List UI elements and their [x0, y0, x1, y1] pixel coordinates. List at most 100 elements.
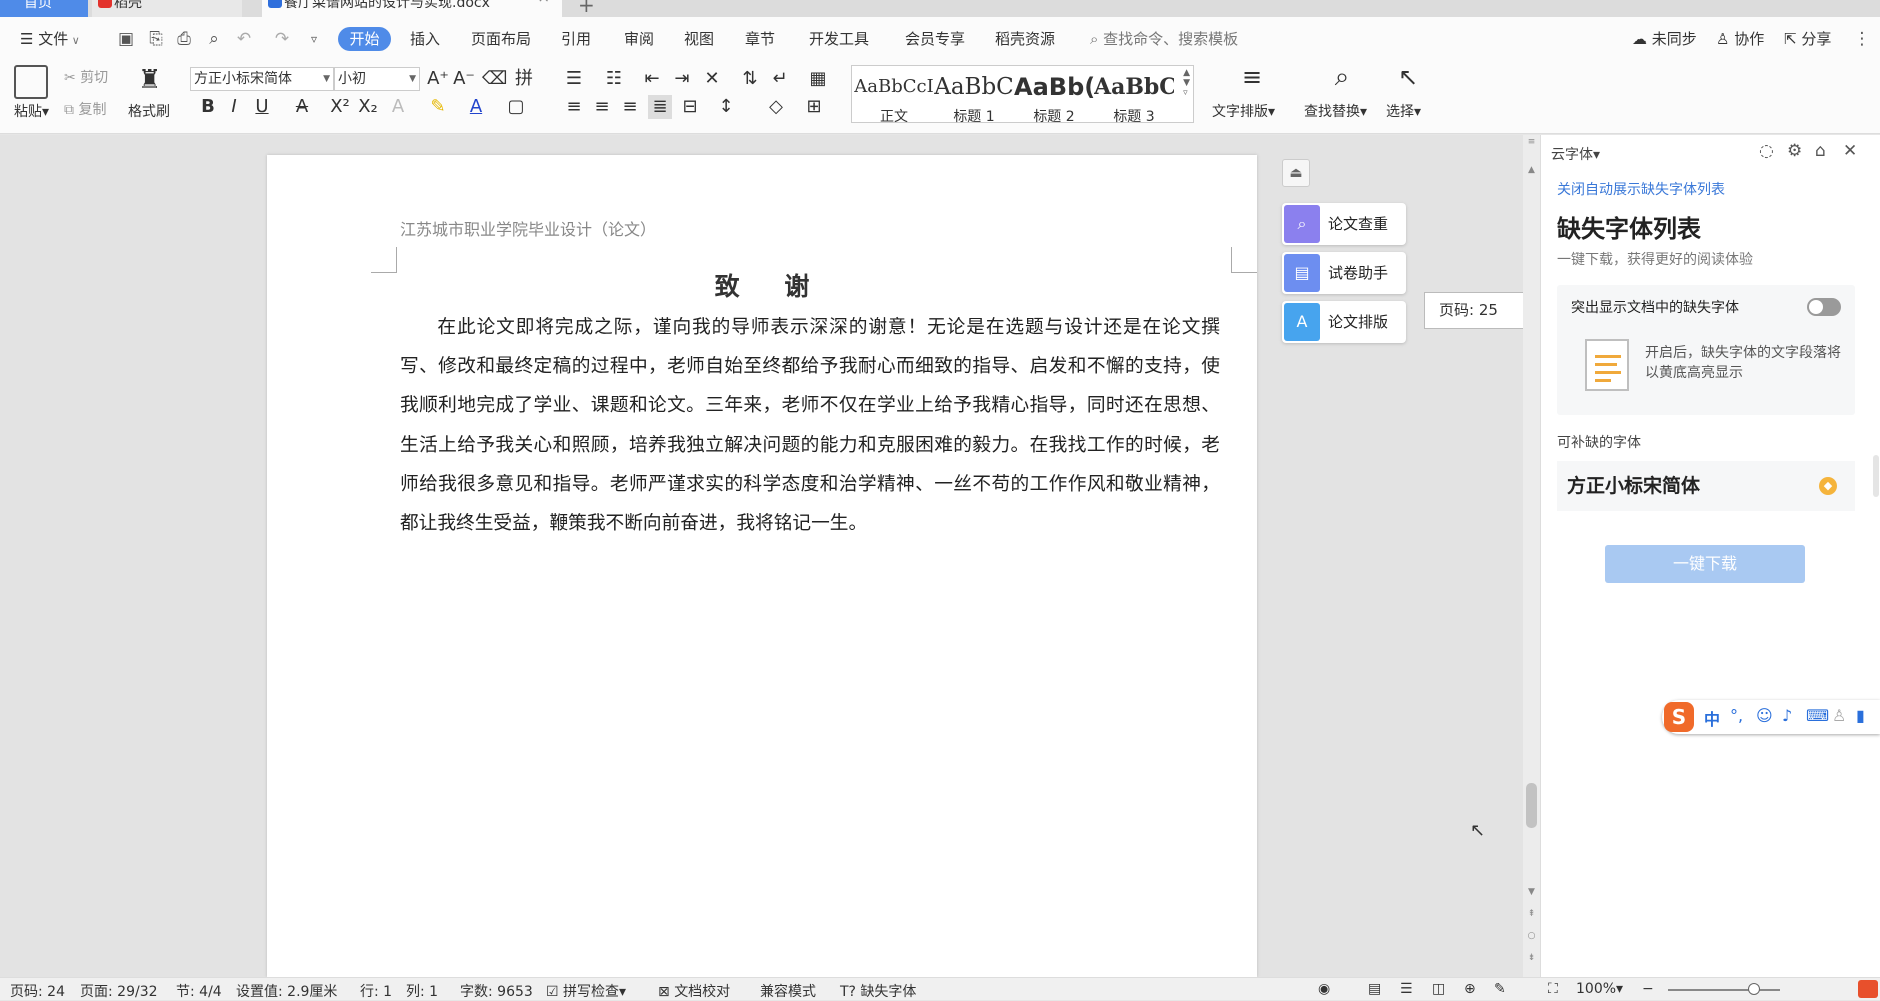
tab-chapter[interactable]: 章节 — [745, 27, 775, 51]
tab-insert[interactable]: 插入 — [410, 27, 440, 51]
ime-mode[interactable]: 中 — [1704, 706, 1720, 730]
style-scroll-icon[interactable]: ▲ ▼ ▿ — [1183, 68, 1190, 98]
print-icon[interactable]: ⎙ — [174, 29, 194, 49]
tab-view[interactable]: 视图 — [684, 27, 714, 51]
strikethrough-icon[interactable]: A — [290, 95, 314, 119]
line-spacing-icon[interactable]: ↕ — [714, 95, 738, 119]
zoom-slider[interactable] — [1668, 989, 1780, 991]
magnifier-icon[interactable]: ⌕ — [1326, 64, 1358, 90]
undo-icon[interactable]: ↶ — [234, 29, 254, 49]
status-row[interactable]: 行: 1 — [360, 981, 392, 1001]
style-heading-3[interactable]: AaBbC 标题 3 — [1094, 70, 1174, 126]
scroll-thumb[interactable] — [1526, 783, 1537, 828]
tab-developer[interactable]: 开发工具 — [809, 27, 869, 51]
find-replace-button[interactable]: 查找替换▾ — [1304, 101, 1367, 121]
punctuation-icon[interactable]: °, — [1730, 706, 1743, 725]
prev-page-icon[interactable]: ⇞ — [1526, 909, 1537, 919]
align-center-icon[interactable]: ≡ — [590, 95, 614, 119]
align-right-icon[interactable]: ≡ — [618, 95, 642, 119]
scroll-down-icon[interactable]: ▼ — [1526, 887, 1537, 897]
spell-check-button[interactable]: ☑ 拼写检查▾ — [546, 981, 626, 1001]
tab-daoke-resources[interactable]: 稻壳资源 — [995, 27, 1055, 51]
grow-font-icon[interactable]: A⁺ — [426, 67, 450, 91]
scroll-up-icon[interactable]: ▲ — [1526, 165, 1537, 175]
user-icon[interactable]: ♙ — [1832, 706, 1846, 725]
export-pdf-icon[interactable]: ⎘ — [146, 29, 166, 49]
zoom-slider-knob[interactable] — [1748, 983, 1760, 995]
borders-icon[interactable]: ⊞ — [802, 95, 826, 119]
vertical-scrollbar[interactable]: ≡ ▲ ▼ ⇞ ○ ⇟ — [1523, 135, 1540, 977]
justify-icon[interactable]: ≣ — [648, 95, 672, 119]
status-pages[interactable]: 页面: 29/32 — [80, 981, 158, 1001]
pen-icon[interactable]: ✎ — [1494, 981, 1506, 997]
distributed-icon[interactable]: ⊟ — [678, 95, 702, 119]
tab-page-layout[interactable]: 页面布局 — [471, 27, 531, 51]
style-normal[interactable]: AaBbCcI 正文 — [854, 70, 934, 126]
text-effect-icon[interactable]: A — [386, 95, 410, 119]
collapse-toolbar-button[interactable]: ⏏ — [1282, 159, 1310, 187]
microphone-icon[interactable]: ♪ — [1782, 706, 1792, 725]
web-view-icon[interactable]: ⊕ — [1464, 981, 1476, 997]
shrink-font-icon[interactable]: A⁻ — [452, 67, 476, 91]
align-left-icon[interactable]: ≡ — [562, 95, 586, 119]
panel-title[interactable]: 云字体▾ — [1551, 144, 1600, 164]
save-icon[interactable]: ▣ — [116, 29, 136, 49]
text-layout-icon[interactable]: ≡ — [1236, 65, 1268, 89]
font-size-select[interactable]: 小初 ▼ — [334, 67, 420, 91]
zoom-select[interactable]: 100%▾ — [1576, 981, 1623, 997]
sogou-logo-icon[interactable]: S — [1664, 702, 1694, 732]
copy-button[interactable]: ⧉ 复制 — [64, 99, 106, 119]
superscript-icon[interactable]: X² — [328, 95, 352, 119]
quick-access-more-icon[interactable]: ▿ — [304, 29, 324, 49]
style-heading-1[interactable]: AaBbC 标题 1 — [934, 70, 1014, 126]
phonetic-guide-icon[interactable]: 拼 — [512, 67, 536, 91]
sync-status[interactable]: ☁ 未同步 — [1632, 27, 1697, 51]
status-word-count[interactable]: 字数: 9653 — [460, 981, 533, 1001]
thesis-check-button[interactable]: ⌕ 论文查重 — [1282, 203, 1406, 245]
status-page-number[interactable]: 页码: 24 — [10, 981, 65, 1001]
clear-format-icon[interactable]: ⌫ — [482, 67, 507, 91]
emoji-icon[interactable]: ☺ — [1756, 706, 1773, 725]
page-view-icon[interactable]: ▤ — [1368, 981, 1381, 997]
missing-font-item[interactable]: 方正小标宋简体 ◆ — [1557, 461, 1855, 511]
pin-icon[interactable]: ⌂ — [1815, 141, 1826, 161]
style-heading-2[interactable]: AaBb(标题 2 — [1014, 70, 1094, 126]
paste-button[interactable]: 粘贴▾ — [14, 101, 49, 121]
tab-references[interactable]: 引用 — [561, 27, 591, 51]
zoom-out-icon[interactable]: − — [1642, 981, 1654, 997]
subscript-icon[interactable]: X₂ — [356, 95, 380, 119]
highlight-toggle[interactable] — [1807, 298, 1841, 316]
next-page-icon[interactable]: ⇟ — [1526, 953, 1537, 963]
tab-start[interactable]: 开始 — [338, 27, 391, 51]
thesis-format-button[interactable]: A 论文排版 — [1282, 301, 1406, 343]
close-icon[interactable]: ✕ — [1843, 141, 1857, 161]
share-button[interactable]: ⇱ 分享 — [1784, 27, 1831, 51]
file-menu[interactable]: ☰ 文件 ∨ — [20, 27, 80, 51]
fit-page-icon[interactable]: ⛶ — [1548, 981, 1558, 997]
disable-auto-show-link[interactable]: 关闭自动展示缺失字体列表 — [1557, 179, 1725, 199]
proofread-button[interactable]: ⊠ 文档校对 — [658, 981, 730, 1001]
bullet-list-icon[interactable]: ☰ — [562, 67, 586, 91]
gear-icon[interactable]: ⚙ — [1787, 141, 1802, 161]
exam-assistant-button[interactable]: ▤ 试卷助手 — [1282, 252, 1406, 294]
new-tab-button[interactable]: + — [578, 0, 595, 17]
char-border-icon[interactable]: ▢ — [504, 95, 528, 119]
chat-icon[interactable]: ◌ — [1759, 141, 1774, 161]
pointer-icon[interactable]: ↖ — [1394, 65, 1422, 89]
status-section[interactable]: 节: 4/4 — [176, 981, 222, 1001]
print-preview-icon[interactable]: ⌕ — [204, 29, 224, 49]
status-setting[interactable]: 设置值: 2.9厘米 — [236, 981, 337, 1001]
tab-home[interactable]: 首页 — [0, 0, 88, 17]
paragraph-mark-icon[interactable]: ↵ — [768, 67, 792, 91]
sort-icon[interactable]: ⇅ — [738, 67, 762, 91]
outline-view-icon[interactable]: ☰ — [1400, 981, 1413, 997]
highlight-icon[interactable]: ✎ — [426, 95, 450, 119]
tab-review[interactable]: 审阅 — [624, 27, 654, 51]
redo-icon[interactable]: ↷ — [272, 29, 292, 49]
table-tools-icon[interactable]: ▦ — [806, 67, 830, 91]
italic-icon[interactable]: I — [222, 95, 246, 119]
document-page[interactable]: 江苏城市职业学院毕业设计（论文） 致 谢 在此论文即将完成之际，谨向我的导师表示… — [267, 155, 1257, 977]
eye-icon[interactable]: ◉ — [1318, 981, 1330, 997]
bold-icon[interactable]: B — [196, 95, 220, 119]
tab-member[interactable]: 会员专享 — [905, 27, 965, 51]
